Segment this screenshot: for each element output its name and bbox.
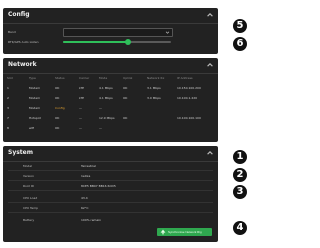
- chevron-up-icon[interactable]: [206, 61, 214, 69]
- version-value: 1e0xa: [81, 174, 91, 178]
- version-label: Version: [23, 174, 35, 178]
- table-cell: OK: [55, 96, 60, 100]
- band-select[interactable]: [63, 28, 173, 37]
- table-cell: wifi: [29, 126, 35, 130]
- table-cell: Hotspot: [29, 116, 41, 120]
- cpu-temp-label: CPU Temp: [23, 206, 39, 210]
- callout-badge: 1: [233, 150, 247, 164]
- table-cell: Carrier: [79, 76, 90, 80]
- slider-fill: [63, 41, 128, 43]
- network-header[interactable]: Network: [3, 58, 218, 74]
- callout-badge: 3: [233, 185, 247, 199]
- table-cell: Modem: [29, 106, 41, 110]
- table-row[interactable]: 7 Hotspot OK — 12.9 Mbps OK 10.100.100.100: [3, 116, 218, 124]
- table-cell: 1: [7, 86, 9, 90]
- divider: [8, 180, 213, 181]
- table-cell: 3.1 Mbps: [147, 86, 161, 90]
- table-cell: 7: [7, 116, 9, 120]
- config-panel: Config Band RTK/GPS Auto Listen: [3, 8, 218, 54]
- divider: [8, 190, 213, 191]
- table-cell: —: [99, 106, 102, 110]
- table-cell: —: [79, 106, 82, 110]
- battery-label: Battery: [23, 218, 35, 222]
- table-row[interactable]: 3 Modem Config — —: [3, 106, 218, 114]
- cpu-load-value: 43.4: [81, 196, 88, 200]
- table-cell: OK: [123, 116, 128, 120]
- table-cell: Uplink: [123, 76, 133, 80]
- system-panel: System Model Terrestrial Version 1e0xa R…: [3, 146, 218, 242]
- sync-icon: [160, 229, 166, 235]
- table-cell: 4.1 Mbps: [99, 86, 113, 90]
- table-cell: 10.100.1.220: [177, 96, 198, 100]
- table-cell: 10.150.100.200: [177, 86, 201, 90]
- table-cell: 10.100.100.100: [177, 116, 201, 120]
- table-cell: OK: [55, 116, 60, 120]
- table-cell: 2: [7, 96, 9, 100]
- callout-badge: 2: [233, 168, 247, 182]
- table-row[interactable]: 8 wifi OK — —: [3, 126, 218, 134]
- config-header[interactable]: Config: [3, 8, 218, 24]
- callout-badge: 4: [233, 221, 247, 235]
- table-cell: —: [79, 126, 82, 130]
- table-row[interactable]: 2 Modem OK LTE 4.1 Mbps OK 3.0 Mbps 10.100.1.22…: [3, 96, 218, 104]
- table-cell: Slot: [7, 76, 13, 80]
- table-cell: OK: [123, 96, 128, 100]
- table-cell: —: [79, 116, 82, 120]
- system-header[interactable]: System: [3, 146, 218, 162]
- table-cell: 8: [7, 126, 9, 130]
- table-cell: 12.9 Mbps: [99, 116, 115, 120]
- network-title: Network: [8, 61, 37, 68]
- chevron-up-icon[interactable]: [206, 149, 214, 157]
- slider-thumb[interactable]: [124, 39, 131, 45]
- table-row[interactable]: 1 Modem OK LTE 4.1 Mbps OK 3.1 Mbps 10.150.100.…: [3, 86, 218, 94]
- divider: [8, 212, 213, 213]
- auto-listen-slider[interactable]: [63, 38, 171, 46]
- network-panel: Network Slot Type Status Carrier Mode Uplink N…: [3, 58, 218, 142]
- chevron-up-icon[interactable]: [206, 11, 214, 19]
- synchronise-label: Synchronise Network Rig: [168, 230, 202, 234]
- cpu-load-label: CPU Load: [23, 196, 38, 200]
- table-cell: Type: [29, 76, 36, 80]
- table-cell: Status: [55, 76, 65, 80]
- synchronise-button[interactable]: Synchronise Network Rig: [157, 228, 212, 236]
- root-id-value: 8CE5 BB07 BB16 6CD5: [81, 184, 116, 188]
- table-cell: IP Address: [177, 76, 193, 80]
- divider: [8, 170, 213, 171]
- table-cell: LTE: [79, 86, 84, 90]
- divider: [8, 202, 213, 203]
- root-id-label: Root ID: [23, 184, 34, 188]
- table-cell: Modem: [29, 86, 41, 90]
- table-cell: LTE: [79, 96, 84, 100]
- table-cell: OK: [123, 86, 128, 90]
- callout-badge: 5: [233, 19, 247, 33]
- system-title: System: [8, 149, 33, 156]
- table-cell: Modem: [29, 96, 41, 100]
- cpu-temp-value: 62°C: [81, 206, 89, 210]
- table-header-row: Slot Type Status Carrier Mode Uplink Network R…: [3, 76, 218, 84]
- table-cell: Mode: [99, 76, 108, 80]
- table-cell: OK: [55, 126, 60, 130]
- table-cell: 3.0 Mbps: [147, 96, 161, 100]
- table-cell: —: [99, 126, 102, 130]
- model-label: Model: [23, 164, 33, 168]
- config-title: Config: [8, 11, 30, 18]
- table-cell: 4.1 Mbps: [99, 96, 113, 100]
- model-value: Terrestrial: [81, 164, 96, 168]
- band-label: Band: [8, 30, 16, 34]
- table-cell: 3: [7, 106, 9, 110]
- auto-listen-label: RTK/GPS Auto Listen: [8, 40, 39, 44]
- table-cell: OK: [55, 86, 60, 90]
- table-cell: Network Rx: [147, 76, 165, 80]
- table-cell: Config: [55, 106, 65, 110]
- callout-badge: 6: [233, 37, 247, 51]
- chevron-down-icon: [165, 31, 170, 34]
- battery-value: 100% remain: [81, 218, 102, 222]
